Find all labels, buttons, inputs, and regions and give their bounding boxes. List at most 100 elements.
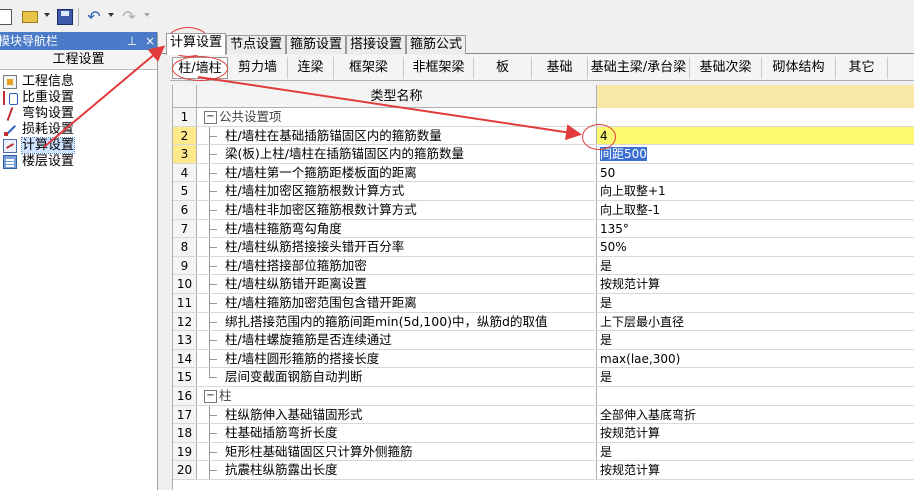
row-name: 柱/墙柱加密区箍筋根数计算方式 [197, 182, 597, 200]
row-name: 绑扎搭接范围内的箍筋间距min(5d,100)中，纵筋d的取值 [197, 312, 597, 331]
nav-item-ratio[interactable]: 比重设置 [0, 90, 157, 106]
toolbar-separator [78, 8, 79, 26]
row-value[interactable]: 向上取整+1 [597, 182, 914, 200]
row-number: 12 [173, 312, 197, 331]
loss-icon [3, 123, 17, 137]
table-row[interactable]: 12 绑扎搭接范围内的箍筋间距min(5d,100)中，纵筋d的取值 上下层最小… [173, 312, 914, 332]
tab-masonry[interactable]: 砌体结构 [762, 57, 836, 79]
tab-foundation-secondary-beam[interactable]: 基础次梁 [690, 57, 762, 79]
table-row[interactable]: 20 抗震柱纵筋露出长度 按规范计算 [173, 461, 914, 480]
row-value[interactable]: 50 [597, 164, 914, 182]
redo-icon[interactable]: ↷ [121, 9, 137, 25]
table-row[interactable]: 3 梁(板)上柱/墙柱在插筋锚固区内的箍筋数量 间距500 [173, 145, 914, 164]
row-number: 16 [173, 386, 197, 405]
tab-stirrup-settings[interactable]: 箍筋设置 [286, 35, 346, 54]
row-name: 柱/墙柱纵筋错开距离设置 [197, 275, 597, 293]
tab-coupling-beam[interactable]: 连梁 [288, 57, 334, 79]
tab-slab[interactable]: 板 [474, 57, 532, 79]
row-value[interactable]: 是 [597, 443, 914, 461]
table-row[interactable]: 13 柱/墙柱螺旋箍筋是否连续通过 是 [173, 331, 914, 350]
panel-title: 模块导航栏 [0, 34, 59, 48]
tab-shear-wall[interactable]: 剪力墙 [228, 57, 288, 79]
tab-frame-beam[interactable]: 框架梁 [334, 57, 404, 79]
row-value[interactable]: 是 [597, 368, 914, 386]
table-row[interactable]: 19 矩形柱基础锚固区只计算外侧箍筋 是 [173, 442, 914, 462]
nav-item-floor[interactable]: 楼层设置 [0, 154, 157, 170]
nav-item-project-info[interactable]: 工程信息 [0, 74, 157, 90]
nav-item-label: 比重设置 [22, 90, 75, 105]
table-row[interactable]: 9 柱/墙柱搭接部位箍筋加密 是 [173, 256, 914, 276]
tab-lap-settings[interactable]: 搭接设置 [346, 35, 406, 54]
table-row[interactable]: 7 柱/墙柱箍筋弯勾角度 135° [173, 219, 914, 239]
row-value[interactable]: 按规范计算 [597, 424, 914, 442]
nav-item-label: 计算设置 [20, 137, 76, 154]
row-name: 柱纵筋伸入基础锚固形式 [197, 405, 597, 424]
nav-list: 工程信息 比重设置 弯钩设置 损耗设置 计算设置 楼层设置 [0, 70, 157, 170]
table-row[interactable]: 4 柱/墙柱第一个箍筋距楼板面的距离 50 [173, 163, 914, 183]
row-value[interactable]: 135° [597, 220, 914, 238]
module-navigation-panel: 模块导航栏 ⊥ × 工程设置 工程信息 比重设置 弯钩设置 损耗设置 计算设置 … [0, 32, 158, 490]
open-folder-icon[interactable] [22, 11, 38, 23]
close-icon[interactable]: × [144, 32, 156, 50]
table-row[interactable]: 18 柱基础插筋弯折长度 按规范计算 [173, 424, 914, 443]
row-value[interactable]: 全部伸入基底弯折 [597, 406, 914, 424]
tab-column[interactable]: 柱/墙柱 [172, 57, 228, 79]
row-value[interactable]: 是 [597, 257, 914, 275]
row-value[interactable]: 按规范计算 [597, 461, 914, 479]
pin-icon[interactable]: ⊥ [126, 32, 138, 50]
row-name: 层间变截面钢筋自动判断 [197, 368, 597, 386]
row-value[interactable]: 4 [597, 126, 914, 145]
nav-item-hook[interactable]: 弯钩设置 [0, 106, 157, 122]
collapse-icon[interactable] [203, 108, 217, 126]
table-row[interactable]: 6 柱/墙柱非加密区箍筋根数计算方式 向上取整-1 [173, 200, 914, 220]
row-name: 柱 [197, 386, 597, 405]
tab-calc-settings[interactable]: 计算设置 [166, 33, 226, 55]
table-row[interactable]: 2 柱/墙柱在基础插筋锚固区内的箍筋数量 4 [173, 126, 914, 146]
table-row[interactable]: 1 公共设置项 [173, 108, 914, 127]
row-value[interactable]: 按规范计算 [597, 275, 914, 293]
row-value[interactable]: 50% [597, 238, 914, 256]
table-row[interactable]: 17 柱纵筋伸入基础锚固形式 全部伸入基底弯折 [173, 405, 914, 425]
tab-non-frame-beam[interactable]: 非框架梁 [404, 57, 474, 79]
row-value[interactable]: max(lae,300) [597, 350, 914, 368]
hook-icon [3, 107, 17, 121]
row-number: 2 [173, 126, 197, 145]
nav-item-loss[interactable]: 损耗设置 [0, 122, 157, 138]
open-dropdown-icon[interactable] [44, 13, 50, 17]
row-name: 柱/墙柱圆形箍筋的搭接长度 [197, 349, 597, 368]
new-file-icon[interactable] [0, 9, 12, 25]
panel-header[interactable]: 工程设置 [0, 50, 157, 70]
row-name: 柱/墙柱螺旋箍筋是否连续通过 [197, 331, 597, 349]
tab-other[interactable]: 其它 [836, 57, 888, 79]
row-number: 11 [173, 293, 197, 312]
row-number: 20 [173, 461, 197, 479]
undo-dropdown-icon[interactable] [108, 13, 114, 17]
row-value[interactable]: 是 [597, 294, 914, 312]
row-value[interactable]: 上下层最小直径 [597, 313, 914, 331]
collapse-icon[interactable] [203, 387, 217, 405]
table-row[interactable]: 10 柱/墙柱纵筋错开距离设置 按规范计算 [173, 275, 914, 294]
tab-foundation[interactable]: 基础 [532, 57, 588, 79]
undo-icon[interactable]: ↶ [86, 9, 102, 25]
table-row[interactable]: 15 层间变截面钢筋自动判断 是 [173, 368, 914, 387]
redo-dropdown-icon[interactable] [144, 13, 150, 17]
tab-foundation-main-beam[interactable]: 基础主梁/承台梁 [588, 57, 690, 79]
row-value[interactable]: 间距500 [597, 145, 914, 163]
table-row[interactable]: 14 柱/墙柱圆形箍筋的搭接长度 max(lae,300) [173, 349, 914, 369]
row-name: 柱/墙柱第一个箍筋距楼板面的距离 [197, 163, 597, 182]
table-row[interactable]: 8 柱/墙柱纵筋搭接接头错开百分率 50% [173, 238, 914, 257]
row-number: 4 [173, 163, 197, 182]
table-row[interactable]: 5 柱/墙柱加密区箍筋根数计算方式 向上取整+1 [173, 182, 914, 201]
nav-item-calc-settings[interactable]: 计算设置 [0, 137, 157, 154]
row-value[interactable]: 向上取整-1 [597, 201, 914, 219]
tab-node-settings[interactable]: 节点设置 [226, 35, 286, 54]
row-value[interactable] [597, 387, 914, 405]
table-row[interactable]: 16 柱 [173, 386, 914, 406]
row-value[interactable] [597, 108, 914, 126]
table-row[interactable]: 11 柱/墙柱箍筋加密范围包含错开距离 是 [173, 293, 914, 313]
row-value[interactable]: 是 [597, 331, 914, 349]
save-icon[interactable] [57, 9, 73, 25]
row-name: 柱/墙柱箍筋弯勾角度 [197, 219, 597, 238]
tab-stirrup-formula[interactable]: 箍筋公式 [406, 35, 466, 54]
toolbar: ↶ ↷ [0, 0, 914, 32]
